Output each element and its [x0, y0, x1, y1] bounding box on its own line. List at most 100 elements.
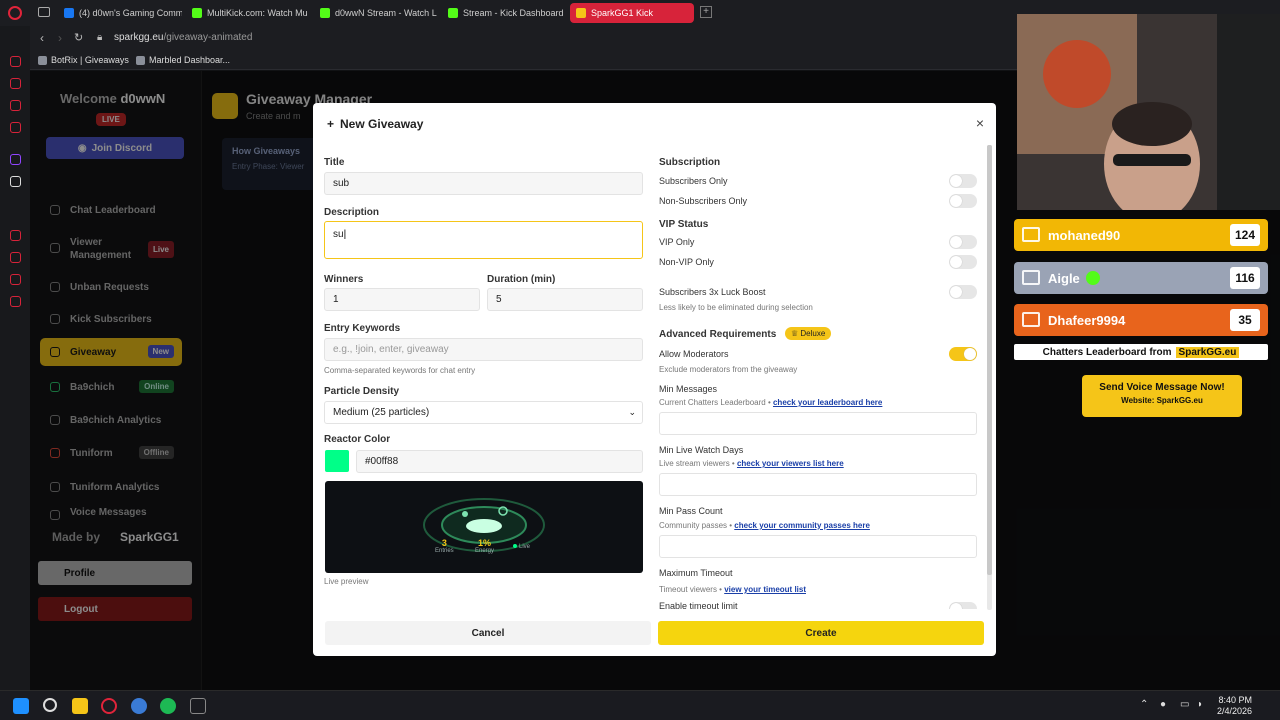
- nonsubs-only-toggle[interactable]: [949, 194, 977, 208]
- nonsubs-only-label: Non-Subscribers Only: [659, 196, 748, 206]
- browser-tab[interactable]: MultiKick.com: Watch Mu: [186, 3, 310, 23]
- forward-icon[interactable]: ›: [58, 31, 62, 45]
- modal-scrollbar[interactable]: [987, 145, 992, 610]
- enable-timeout-row: Enable timeout limit: [659, 601, 979, 609]
- browser-tab[interactable]: d0wwN Stream - Watch L: [314, 3, 438, 23]
- new-tab-button[interactable]: +: [700, 6, 712, 18]
- enable-timeout-toggle[interactable]: [949, 602, 977, 609]
- min-watch-label: Min Live Watch Days: [659, 445, 744, 455]
- tab-label: (4) d0wn's Gaming Comm: [79, 8, 182, 18]
- chevron-up-icon[interactable]: ⌃: [1140, 699, 1148, 710]
- voice-title: Send Voice Message Now!: [1099, 382, 1225, 393]
- hint-text: Current Chatters Leaderboard •: [659, 398, 771, 407]
- opera-icon[interactable]: [101, 698, 117, 714]
- spotify-icon[interactable]: [160, 698, 176, 714]
- sidebar-app-icon[interactable]: [10, 252, 21, 263]
- webcam-feed: [1017, 14, 1280, 210]
- subs-only-toggle[interactable]: [949, 174, 977, 188]
- timeout-list-link[interactable]: view your timeout list: [724, 585, 806, 594]
- microphone-icon[interactable]: ●: [1160, 699, 1166, 710]
- search-icon[interactable]: [43, 698, 57, 712]
- url-path: /giveaway-animated: [163, 32, 253, 43]
- min-messages-hint: Current Chatters Leaderboard • check you…: [659, 398, 882, 407]
- tab-label: MultiKick.com: Watch Mu: [207, 8, 308, 18]
- title-input[interactable]: sub: [324, 172, 643, 195]
- deluxe-label: Deluxe: [800, 329, 826, 338]
- workspaces-icon[interactable]: [38, 7, 50, 17]
- color-hex-input[interactable]: #00ff88: [356, 450, 643, 473]
- min-pass-input[interactable]: [659, 535, 977, 558]
- preview-energy-value: 1%: [478, 538, 492, 548]
- network-icon[interactable]: ▭: [1180, 699, 1189, 710]
- density-select[interactable]: Medium (25 particles) ⌄: [324, 401, 643, 424]
- close-icon[interactable]: ×: [976, 115, 984, 131]
- sidebar-app-icon[interactable]: [10, 78, 21, 89]
- preview-energy: 1% Energy: [475, 538, 494, 554]
- description-textarea[interactable]: su |: [324, 221, 643, 259]
- plus-icon: +: [327, 117, 335, 131]
- leaderboard-footer: Chatters Leaderboard from SparkGG.eu: [1014, 344, 1268, 360]
- min-watch-input[interactable]: [659, 473, 977, 496]
- duration-input[interactable]: 5: [487, 288, 643, 311]
- luck-boost-label: Subscribers 3x Luck Boost: [659, 287, 766, 297]
- create-button[interactable]: Create: [658, 621, 984, 645]
- sidebar-app-icon[interactable]: [10, 230, 21, 241]
- windows-start-icon[interactable]: [13, 698, 29, 714]
- browser-tab[interactable]: Stream - Kick Dashboard: [442, 3, 566, 23]
- voice-message-banner: Send Voice Message Now! Website: SparkGG…: [1082, 375, 1242, 417]
- vip-only-toggle[interactable]: [949, 235, 977, 249]
- nonvip-only-toggle[interactable]: [949, 255, 977, 269]
- tab-label: SparkGG1 Kick: [591, 8, 654, 18]
- webcam-overlay: [1017, 14, 1280, 210]
- app-icon[interactable]: [190, 698, 206, 714]
- sidebar-app-icon[interactable]: [10, 122, 21, 133]
- bookmark-item[interactable]: Marbled Dashboar...: [136, 55, 230, 65]
- duration-label: Duration (min): [487, 274, 556, 285]
- community-passes-link[interactable]: check your community passes here: [734, 521, 870, 530]
- sidebar-app-icon[interactable]: [10, 100, 21, 111]
- density-value: Medium (25 particles): [333, 407, 430, 418]
- tab-label: d0wwN Stream - Watch L: [335, 8, 437, 18]
- file-explorer-icon[interactable]: [72, 698, 88, 714]
- keywords-input[interactable]: e.g., !join, enter, giveaway: [324, 338, 643, 361]
- preview-live-label: Live: [519, 544, 531, 550]
- min-messages-input[interactable]: [659, 412, 977, 435]
- winners-label: Winners: [324, 274, 364, 285]
- url-field[interactable]: sparkgg.eu/giveaway-animated: [114, 32, 252, 43]
- browser-tab-active[interactable]: SparkGG1 Kick: [570, 3, 694, 23]
- browser-tab[interactable]: (4) d0wn's Gaming Comm: [58, 3, 182, 23]
- winners-input[interactable]: 1: [324, 288, 480, 311]
- viewers-list-link[interactable]: check your viewers list here: [737, 459, 844, 468]
- preview-energy-label: Energy: [475, 548, 495, 554]
- twitch-icon[interactable]: [10, 154, 21, 165]
- keywords-hint: Comma-separated keywords for chat entry: [324, 366, 476, 375]
- app-icon[interactable]: [131, 698, 147, 714]
- preview-entries-value: 3: [441, 538, 447, 548]
- deluxe-badge: ♕ Deluxe: [785, 327, 832, 340]
- subs-only-label: Subscribers Only: [659, 176, 728, 186]
- scroll-thumb[interactable]: [987, 145, 992, 575]
- luck-boost-toggle[interactable]: [949, 285, 977, 299]
- title-label: Title: [324, 157, 345, 168]
- color-swatch[interactable]: [325, 450, 349, 472]
- advanced-heading: Advanced Requirements: [659, 329, 777, 340]
- allow-mods-toggle[interactable]: [949, 347, 977, 361]
- leaderboard-score: 116: [1230, 267, 1260, 289]
- x-icon[interactable]: [10, 176, 21, 187]
- vip-only-label: VIP Only: [659, 237, 695, 247]
- back-icon[interactable]: ‹: [40, 31, 44, 45]
- system-clock[interactable]: 8:40 PM 2/4/2026: [1212, 695, 1252, 717]
- leaderboard-link[interactable]: check your leaderboard here: [773, 398, 882, 407]
- volume-icon[interactable]: ◗: [1197, 699, 1203, 710]
- hint-text: Community passes •: [659, 521, 733, 530]
- opera-logo-icon[interactable]: [8, 6, 22, 20]
- bookmark-item[interactable]: BotRix | Giveaways: [38, 55, 129, 65]
- hint-text: Live stream viewers •: [659, 459, 735, 468]
- settings-icon[interactable]: [10, 296, 21, 307]
- cancel-button[interactable]: Cancel: [325, 621, 651, 645]
- leaderboard-score: 35: [1230, 309, 1260, 331]
- sidebar-app-icon[interactable]: [10, 56, 21, 67]
- sidebar-app-icon[interactable]: [10, 274, 21, 285]
- reload-icon[interactable]: ↻: [74, 31, 83, 44]
- opera-sidebar: [0, 26, 30, 690]
